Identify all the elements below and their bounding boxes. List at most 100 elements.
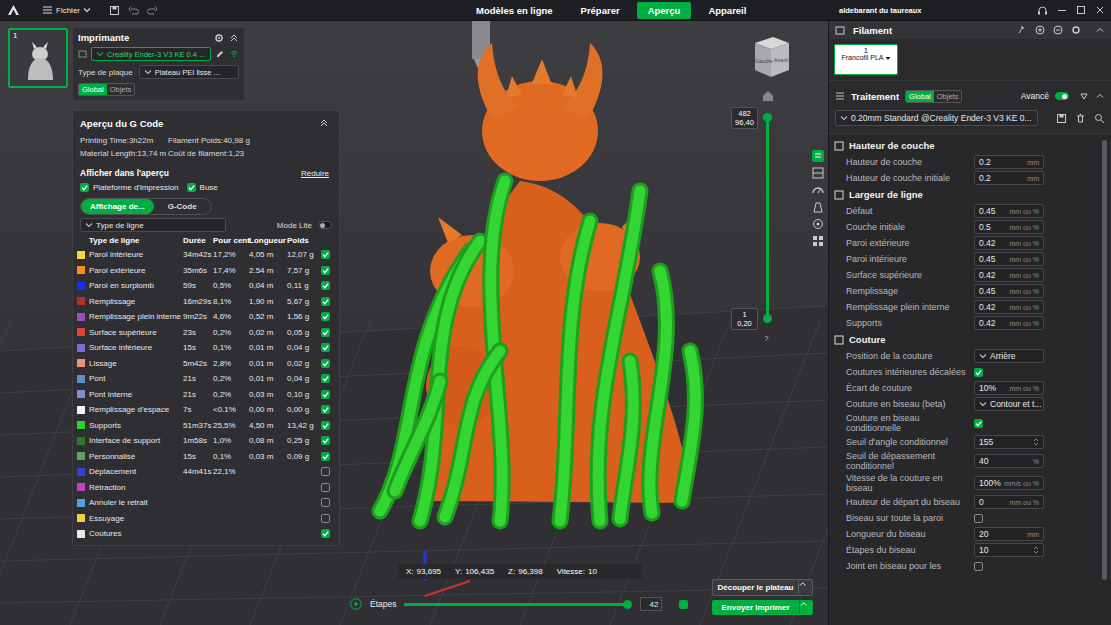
setting-value[interactable]: 40 — [979, 456, 988, 466]
delete-icon[interactable] — [1075, 113, 1086, 124]
legend-checkbox[interactable] — [321, 312, 330, 321]
setting-field[interactable]: 0.42mm ou % — [974, 316, 1044, 330]
button-label[interactable]: Découper le plateau — [713, 580, 798, 595]
main-tab[interactable]: Modèles en ligne — [465, 2, 564, 19]
scrollbar-thumb[interactable] — [1102, 140, 1107, 580]
save-icon[interactable] — [109, 5, 120, 16]
legend-checkbox[interactable] — [321, 359, 330, 368]
grid-icon[interactable] — [811, 234, 825, 248]
menu-icon[interactable] — [42, 5, 53, 15]
layer-slider-track[interactable] — [766, 117, 769, 318]
play-icon[interactable] — [350, 598, 362, 610]
setting-checkbox[interactable] — [974, 514, 983, 523]
legend-checkbox[interactable] — [321, 390, 330, 399]
main-tab[interactable]: Appareil — [697, 2, 757, 19]
plate-type-select[interactable]: Plateau PEI lisse ... — [139, 65, 239, 79]
remove-icon[interactable] — [1053, 25, 1063, 35]
setting-field[interactable]: 0.45mm ou % — [974, 252, 1044, 266]
settings-icon[interactable] — [678, 599, 689, 610]
setting-field[interactable]: 0.5mm ou % — [974, 220, 1044, 234]
setting-value[interactable]: 0.42 — [979, 270, 996, 280]
home-icon[interactable] — [762, 90, 774, 102]
wifi-icon[interactable] — [229, 49, 239, 59]
setting-value[interactable]: 0.42 — [979, 318, 996, 328]
setting-value[interactable]: 10% — [979, 383, 996, 393]
setting-field[interactable]: 40% — [974, 454, 1044, 468]
settings-scrollbar[interactable] — [1099, 134, 1111, 625]
show-option-checkbox[interactable] — [187, 183, 196, 192]
setting-value[interactable]: 0.45 — [979, 254, 996, 264]
maximize-icon[interactable] — [1076, 5, 1086, 15]
setting-field[interactable]: 0.42mm ou % — [974, 268, 1044, 282]
search-icon[interactable] — [1094, 113, 1105, 124]
collapse-icon[interactable] — [319, 118, 329, 128]
setting-field[interactable]: 0.45mm ou % — [974, 204, 1044, 218]
scope-tab[interactable]: Objets — [107, 84, 135, 95]
legend-icon[interactable] — [811, 149, 825, 163]
caret-down-icon[interactable] — [885, 55, 891, 61]
setting-field[interactable]: 155 — [974, 435, 1044, 449]
line-type-select[interactable]: Type de ligne — [80, 218, 226, 232]
send-print-button[interactable]: Envoyer imprimer — [712, 600, 813, 615]
filament-slot[interactable]: 1Francofil PLA — [834, 44, 898, 75]
add-icon[interactable] — [1035, 25, 1045, 35]
show-option-label[interactable]: Buse — [200, 183, 218, 192]
setting-value[interactable]: 155 — [979, 437, 993, 447]
setting-field[interactable]: 0mm ou % — [974, 495, 1044, 509]
view-cube[interactable]: GaucheAvant — [745, 37, 791, 79]
plate-thumbnail[interactable]: 1 — [8, 28, 68, 88]
layer-handle-top[interactable] — [763, 113, 772, 122]
chevron-up-icon[interactable] — [798, 580, 812, 594]
setting-value[interactable]: 20 — [979, 529, 988, 539]
filament-name[interactable]: Francofil PLA — [841, 54, 883, 61]
user-name[interactable]: aldebarant du taureaux — [839, 6, 1037, 15]
process-profile[interactable]: 0.20mm Standard @Creality Ender-3 V3 KE … — [851, 113, 1032, 123]
button-label[interactable]: Envoyer imprimer — [712, 600, 799, 615]
show-option-label[interactable]: Plateforme d'impression — [93, 183, 179, 192]
target-icon[interactable] — [811, 217, 825, 231]
chevron-up-icon[interactable] — [799, 600, 813, 614]
setting-select[interactable]: Contour et t... — [974, 397, 1044, 411]
3d-viewport[interactable]: 1ImprimanteCreality Ender-3 V3 KE 0.4 ..… — [0, 21, 828, 625]
printer-select[interactable]: Creality Ender-3 V3 KE 0.4 ... — [91, 47, 211, 61]
process-profile-select[interactable]: 0.20mm Standard @Creality Ender-3 V3 KE … — [835, 110, 1038, 126]
collapse-icon[interactable] — [1095, 91, 1105, 101]
view-tab[interactable]: Affichage de... — [81, 199, 154, 214]
sync-icon[interactable] — [1017, 25, 1027, 35]
file-menu-label[interactable]: Fichier — [56, 6, 80, 15]
layer-handle-bottom[interactable] — [763, 314, 772, 323]
setting-select[interactable]: Arrière — [974, 349, 1044, 363]
undo-icon[interactable] — [128, 5, 139, 16]
scope-tab[interactable]: Global — [79, 84, 107, 95]
setting-value[interactable]: 0.5 — [979, 222, 991, 232]
legend-checkbox[interactable] — [321, 529, 330, 538]
legend-checkbox[interactable] — [321, 421, 330, 430]
legend-checkbox[interactable] — [321, 467, 330, 476]
collapse-icon[interactable] — [1095, 25, 1105, 35]
view-tab[interactable]: G-Code — [154, 199, 211, 214]
spin-arrows-icon[interactable] — [1033, 438, 1039, 446]
setting-value[interactable]: 0.42 — [979, 238, 996, 248]
main-tab[interactable]: Préparer — [570, 2, 631, 19]
legend-checkbox[interactable] — [321, 452, 330, 461]
collapse-icon[interactable] — [229, 33, 239, 43]
compare-icon[interactable] — [1079, 91, 1089, 101]
line-type-value[interactable]: Type de ligne — [96, 221, 144, 230]
gear-icon[interactable] — [1071, 25, 1081, 35]
setting-value[interactable]: 10 — [979, 545, 988, 555]
steps-value[interactable]: 42 — [650, 600, 659, 609]
setting-field[interactable]: 20mm — [974, 527, 1044, 541]
setting-value[interactable]: 0.45 — [979, 286, 996, 296]
legend-checkbox[interactable] — [321, 297, 330, 306]
legend-checkbox[interactable] — [321, 498, 330, 507]
legend-checkbox[interactable] — [321, 343, 330, 352]
setting-value[interactable]: 0 — [979, 497, 984, 507]
gear-icon[interactable] — [214, 33, 224, 43]
steps-handle[interactable] — [623, 600, 632, 609]
legend-checkbox[interactable] — [321, 374, 330, 383]
legend-checkbox[interactable] — [321, 328, 330, 337]
edit-icon[interactable] — [215, 49, 225, 59]
setting-value[interactable]: 0.42 — [979, 302, 996, 312]
printer-name[interactable]: Creality Ender-3 V3 KE 0.4 ... — [107, 50, 205, 59]
headset-icon[interactable] — [1037, 5, 1048, 16]
